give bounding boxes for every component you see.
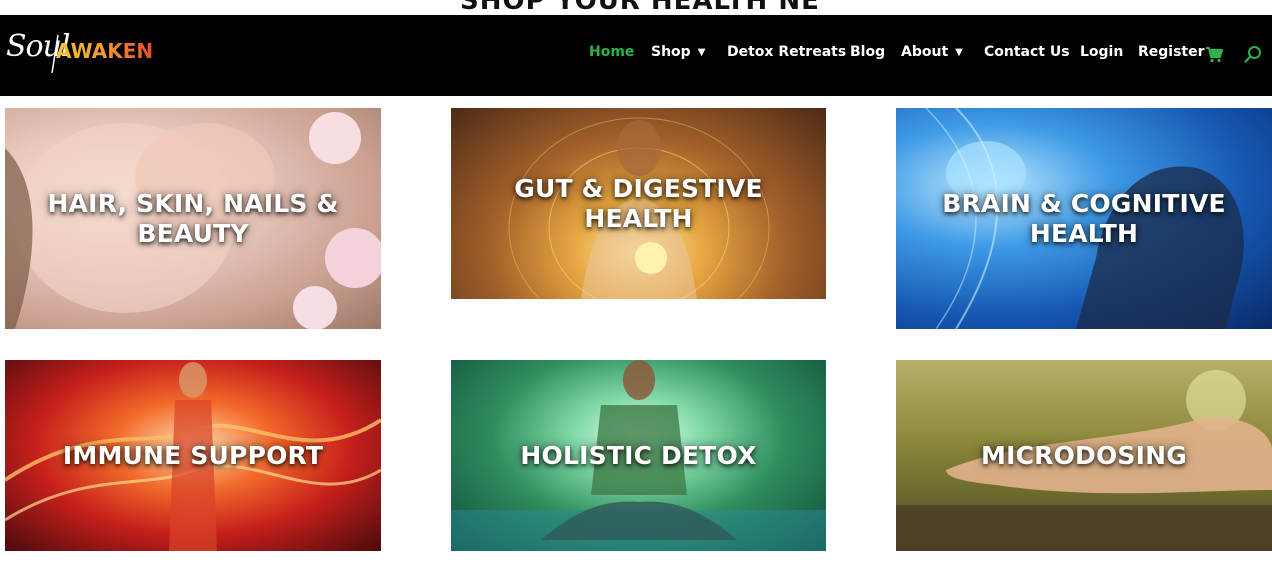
category-tile-brain-cognitive-health[interactable]: BRAIN & COGNITIVE HEALTH [896, 108, 1272, 329]
category-tile-microdosing[interactable]: MICRODOSING [896, 360, 1272, 551]
category-tile-holistic-detox[interactable]: HOLISTIC DETOX [451, 360, 826, 551]
nav-register[interactable]: Register [1138, 44, 1205, 60]
category-label: HOLISTIC DETOX [520, 440, 757, 470]
chevron-down-icon: ▼ [697, 47, 706, 58]
site-header: Soul AWAKEN Home Shop ▼ Detox Retreats Bl… [0, 15, 1272, 96]
category-label: IMMUNE SUPPORT [62, 440, 324, 470]
nav-shop[interactable]: Shop ▼ [651, 44, 705, 60]
cart-icon[interactable] [1205, 45, 1223, 63]
category-label: HAIR, SKIN, NAILS & BEAUTY [47, 188, 339, 248]
category-label: GUT & DIGESTIVE HEALTH [514, 173, 763, 233]
category-tile-hair-skin-nails-beauty[interactable]: HAIR, SKIN, NAILS & BEAUTY [5, 108, 381, 329]
category-tile-immune-support[interactable]: IMMUNE SUPPORT [5, 360, 381, 551]
site-logo[interactable]: Soul AWAKEN [6, 27, 153, 77]
nav-detox-retreats[interactable]: Detox Retreats [727, 44, 846, 60]
nav-contact-us[interactable]: Contact Us [984, 44, 1070, 60]
nav-blog[interactable]: Blog [850, 44, 885, 60]
category-label: MICRODOSING [981, 440, 1187, 470]
search-icon[interactable] [1244, 45, 1262, 63]
nav-home[interactable]: Home [589, 44, 634, 60]
category-label: BRAIN & COGNITIVE HEALTH [942, 188, 1226, 248]
category-tile-gut-digestive-health[interactable]: GUT & DIGESTIVE HEALTH [451, 108, 826, 299]
section-heading-partial: SHOP YOUR HEALTH NEEDS [460, 0, 820, 14]
nav-login[interactable]: Login [1080, 44, 1123, 60]
logo-wordmark: AWAKEN [56, 39, 154, 63]
chevron-down-icon: ▼ [955, 47, 963, 58]
nav-about[interactable]: About ▼ [901, 44, 963, 60]
